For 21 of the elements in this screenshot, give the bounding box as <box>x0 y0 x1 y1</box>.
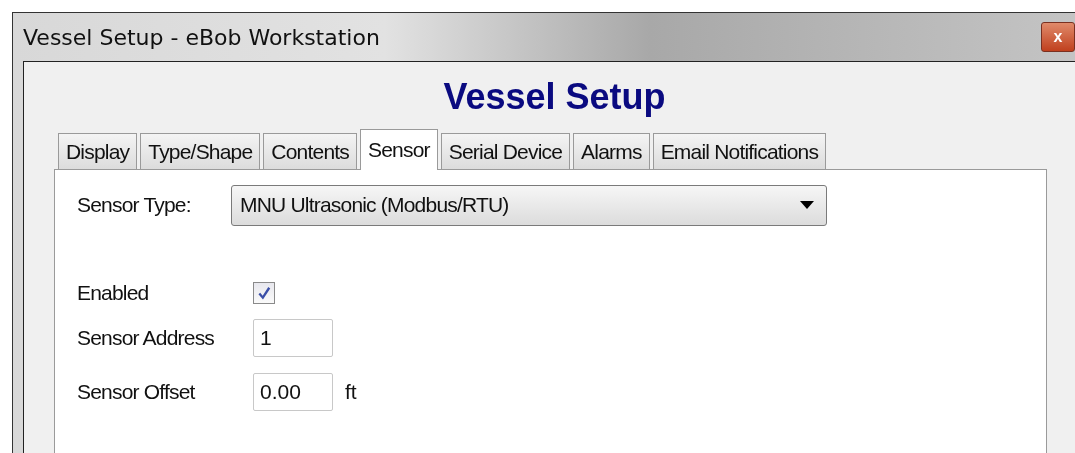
tab[interactable]: Email Notifications <box>652 133 827 170</box>
tab[interactable]: Type/Shape <box>140 133 261 170</box>
window-title: Vessel Setup - eBob Workstation <box>23 24 380 50</box>
caret-icon <box>800 201 814 210</box>
close-button[interactable]: x <box>1041 22 1075 52</box>
field-label: Enabled <box>77 281 150 306</box>
unit-label: ft <box>345 380 357 405</box>
sensor-type-dropdown[interactable]: MNU Ultrasonic (Modbus/RTU) <box>231 184 827 226</box>
enabled-checkbox[interactable] <box>253 282 275 305</box>
tab[interactable]: Alarms <box>573 133 650 170</box>
dialog-heading: Vessel Setup <box>442 75 667 119</box>
check-icon <box>257 286 271 301</box>
tab[interactable]: Sensor <box>360 129 438 171</box>
sensor-offset-field[interactable]: 0.00 <box>253 373 333 412</box>
sensor-address-field[interactable]: 1 <box>253 319 333 358</box>
field-label: Sensor Offset <box>77 380 196 405</box>
tab[interactable]: Contents <box>263 133 357 170</box>
tab[interactable]: Display <box>58 133 138 170</box>
tab[interactable]: Serial Device <box>440 133 571 170</box>
field-label: Sensor Type: <box>77 193 192 218</box>
field-label: Sensor Address <box>77 326 216 351</box>
